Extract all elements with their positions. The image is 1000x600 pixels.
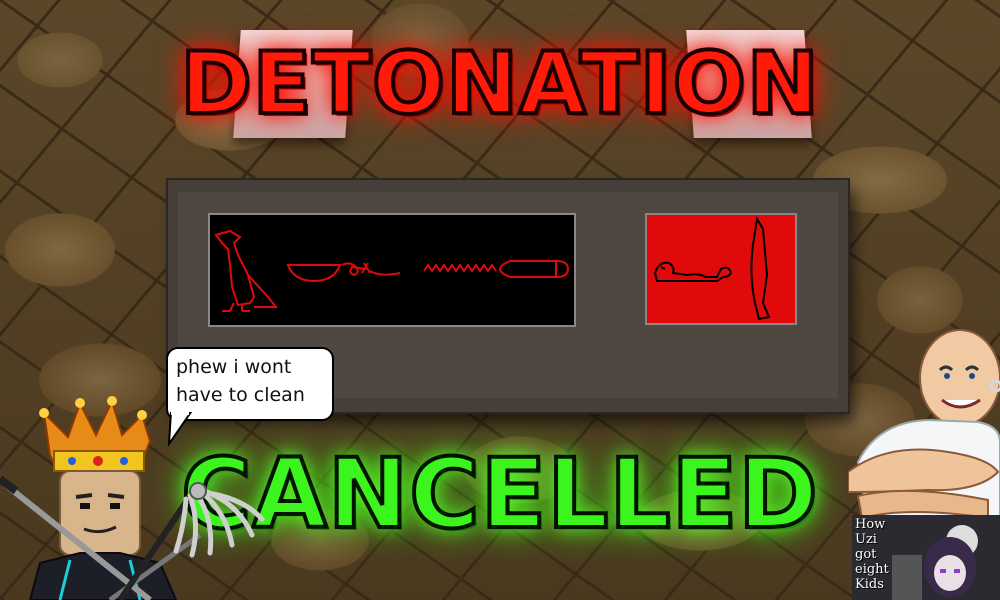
- inset-thumbnail-text: How Uzi got eight Kids: [855, 517, 889, 592]
- thumbnail-canvas: DETONATION CANCELLED phew i wont have to…: [0, 0, 1000, 600]
- vulture-icon: [214, 229, 279, 312]
- knife-icon: [750, 216, 771, 321]
- hieroglyph-column-svg: [653, 216, 771, 321]
- hieroglyph-panel-right: [645, 213, 797, 325]
- mascot-body: [848, 418, 1000, 522]
- hieroglyph-row-svg: [214, 229, 570, 312]
- basket-icon: [286, 264, 342, 283]
- bald-mascot: [848, 329, 1000, 522]
- avatar-head: [59, 470, 141, 556]
- vessel-icon: [498, 260, 570, 278]
- blocky-avatar: [0, 396, 265, 600]
- hieroglyph-panel-left: [208, 213, 576, 327]
- water-icon: [423, 263, 497, 273]
- cord-icon: [341, 262, 401, 277]
- title-detonation: DETONATION: [178, 32, 821, 136]
- crown-icon: [39, 396, 152, 472]
- mascot-head: [919, 329, 1000, 427]
- inset-thumbnail: How Uzi got eight Kids: [852, 515, 1000, 600]
- lion-icon: [653, 261, 733, 282]
